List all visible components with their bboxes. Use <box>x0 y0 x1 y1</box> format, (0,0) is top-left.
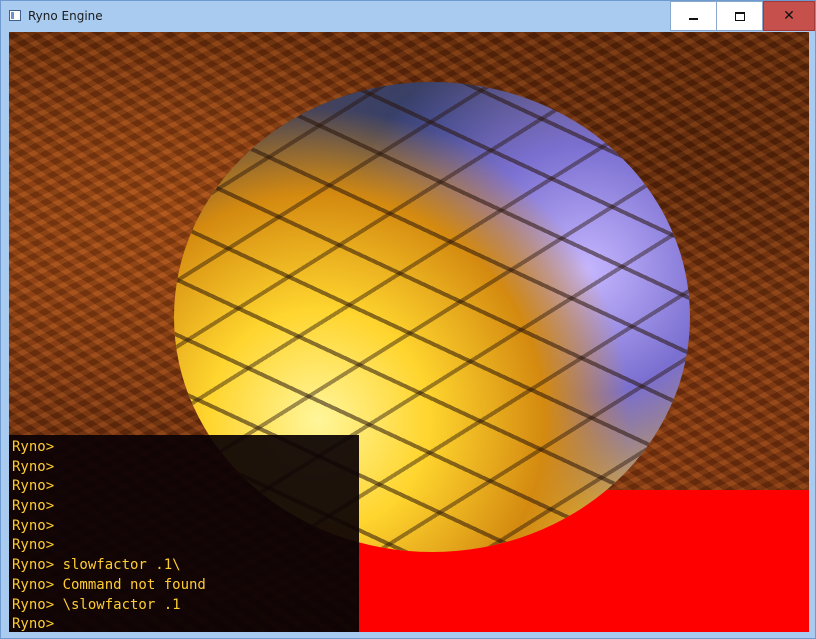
title-bar[interactable]: Ryno Engine ✕ <box>1 1 815 32</box>
console-line: Ryno> slowfactor .1\ <box>12 557 181 574</box>
console-line: Ryno> <box>12 478 55 495</box>
maximize-button[interactable] <box>717 1 763 31</box>
console-line: Ryno> <box>12 517 55 534</box>
minimize-button[interactable] <box>670 1 717 31</box>
console-line: Ryno> <box>12 498 55 515</box>
console-line: Ryno> \slowfactor .1 <box>12 596 181 613</box>
close-icon: ✕ <box>783 8 795 24</box>
render-viewport[interactable]: Ryno> Ryno> Ryno> Ryno> Ryno> Ryno> Ryno… <box>9 32 809 632</box>
console-line: Ryno> <box>12 537 55 554</box>
window-title: Ryno Engine <box>28 9 103 23</box>
app-icon <box>9 10 21 21</box>
console-line: Ryno> Command not found <box>12 576 206 593</box>
console-input-line[interactable]: Ryno> <box>12 615 359 632</box>
console-line: Ryno> <box>12 439 55 455</box>
close-button[interactable]: ✕ <box>763 1 815 31</box>
minimize-icon <box>689 18 698 20</box>
app-window: Ryno Engine ✕ Ryno> Ryno> Ryno> Ryno> Ry… <box>0 0 816 639</box>
command-console[interactable]: Ryno> Ryno> Ryno> Ryno> Ryno> Ryno> Ryno… <box>9 435 359 632</box>
maximize-icon <box>734 11 745 21</box>
console-line: Ryno> <box>12 458 55 475</box>
